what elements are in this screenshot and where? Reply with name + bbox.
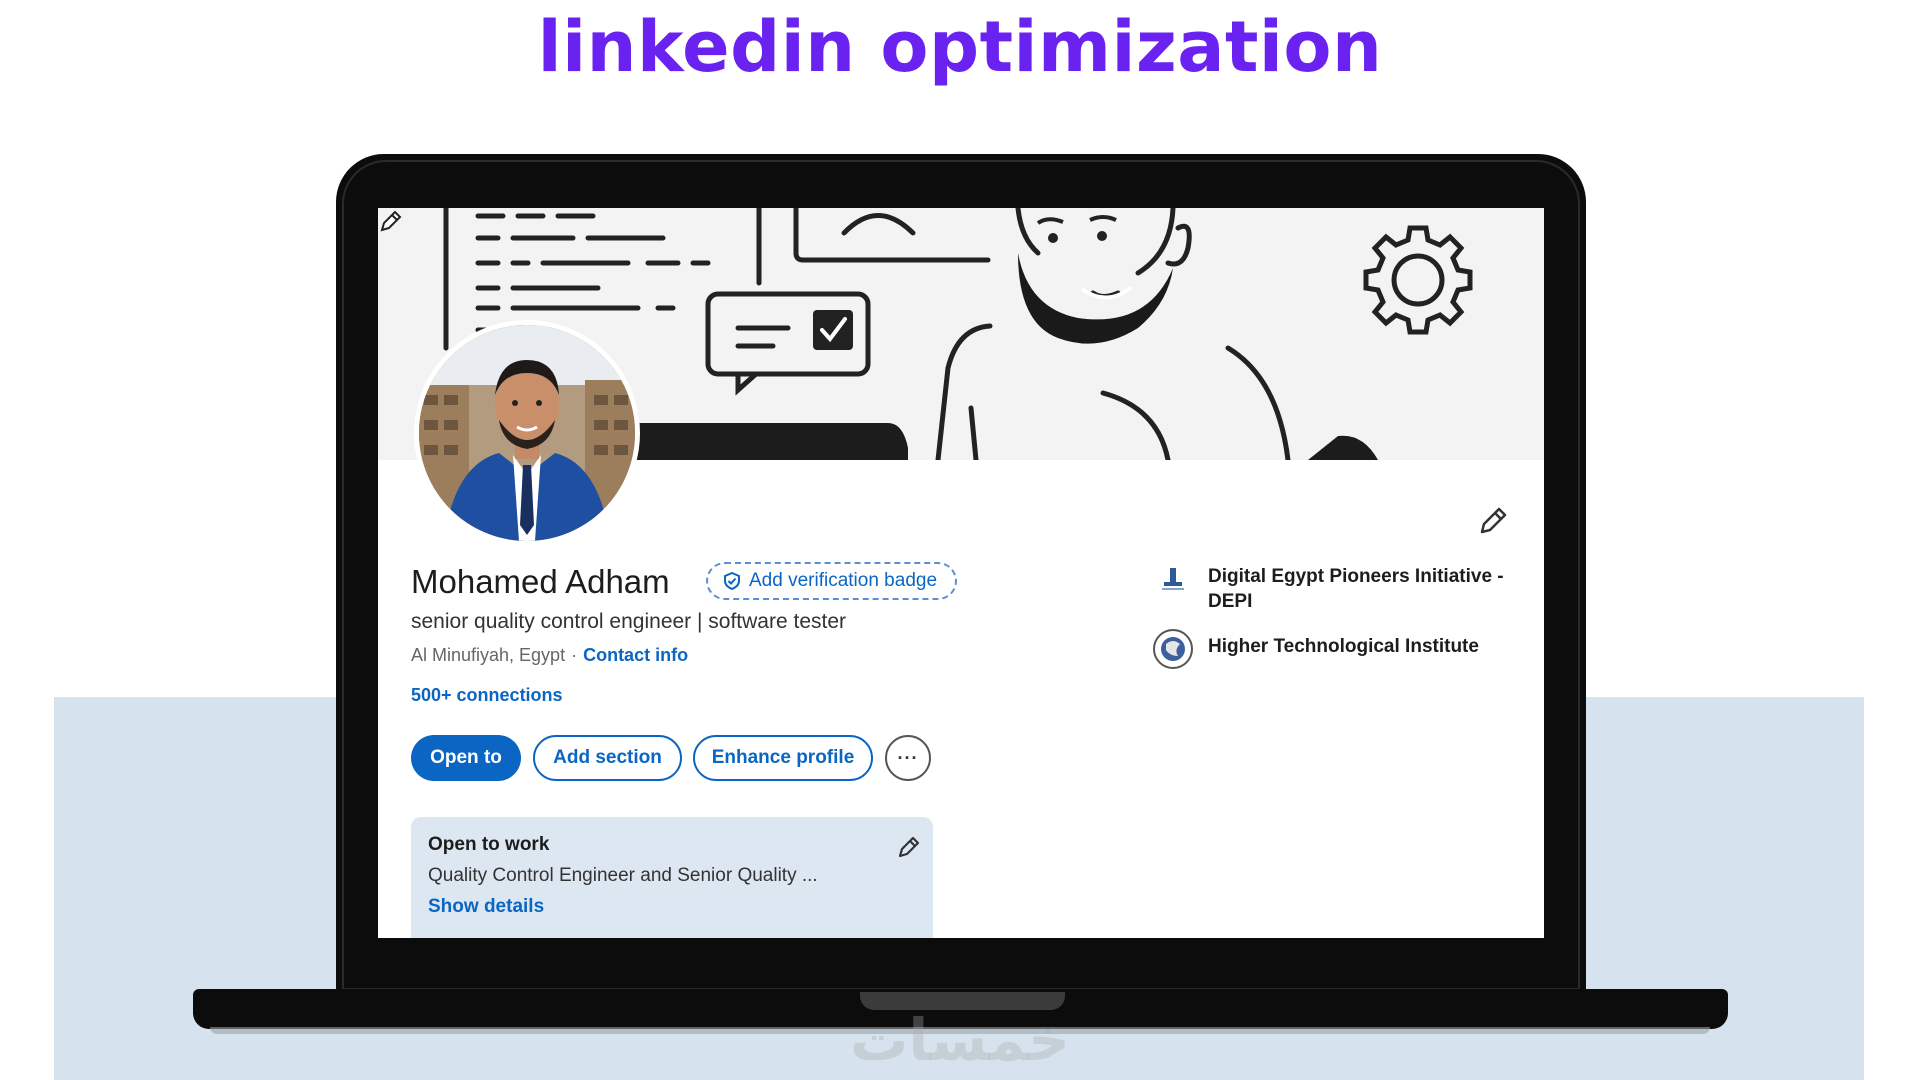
add-verification-badge-button[interactable]: Add verification badge [706, 562, 958, 600]
laptop-screen: Mohamed Adham Add verification badge sen… [378, 208, 1544, 938]
education-name: Higher Technological Institute [1208, 636, 1479, 657]
add-verification-badge-label: Add verification badge [749, 570, 938, 591]
profile-location-row: Al Minufiyah, Egypt · Contact info [411, 645, 688, 666]
more-actions-button[interactable]: ··· [885, 735, 931, 781]
page-headline: linkedin optimization [537, 6, 1383, 88]
depi-logo-icon [1153, 559, 1193, 599]
shield-check-icon [724, 571, 740, 591]
open-to-button[interactable]: Open to [411, 735, 521, 781]
profile-headline: senior quality control engineer | softwa… [411, 610, 847, 633]
profile-name: Mohamed Adham [411, 563, 670, 600]
add-section-button[interactable]: Add section [533, 735, 682, 781]
show-details-link[interactable]: Show details [428, 896, 916, 918]
open-to-work-description: Quality Control Engineer and Senior Qual… [428, 865, 818, 886]
hti-logo-icon [1153, 629, 1193, 669]
contact-info-link[interactable]: Contact info [583, 645, 688, 666]
education-item[interactable]: Higher Technological Institute [1152, 628, 1518, 670]
education-item[interactable]: Digital Egypt Pioneers Initiative - DEPI [1152, 558, 1518, 614]
connections-link[interactable]: 500+ connections [411, 685, 563, 706]
profile-edit-pencil-icon[interactable] [1476, 504, 1510, 538]
watermark: خمسات [850, 1006, 1070, 1074]
profile-location: Al Minufiyah, Egypt [411, 645, 566, 665]
banner-edit-pencil-icon[interactable] [378, 208, 404, 234]
education-name: Digital Egypt Pioneers Initiative - DEPI [1208, 566, 1504, 612]
location-separator: · [571, 645, 578, 665]
open-to-work-title: Open to work [428, 834, 550, 855]
open-to-work-edit-pencil-icon[interactable] [896, 834, 922, 860]
open-to-work-card: Open to work Quality Control Engineer an… [411, 817, 933, 938]
profile-photo [419, 325, 635, 541]
profile-avatar[interactable] [414, 320, 640, 546]
enhance-profile-button[interactable]: Enhance profile [693, 735, 873, 781]
